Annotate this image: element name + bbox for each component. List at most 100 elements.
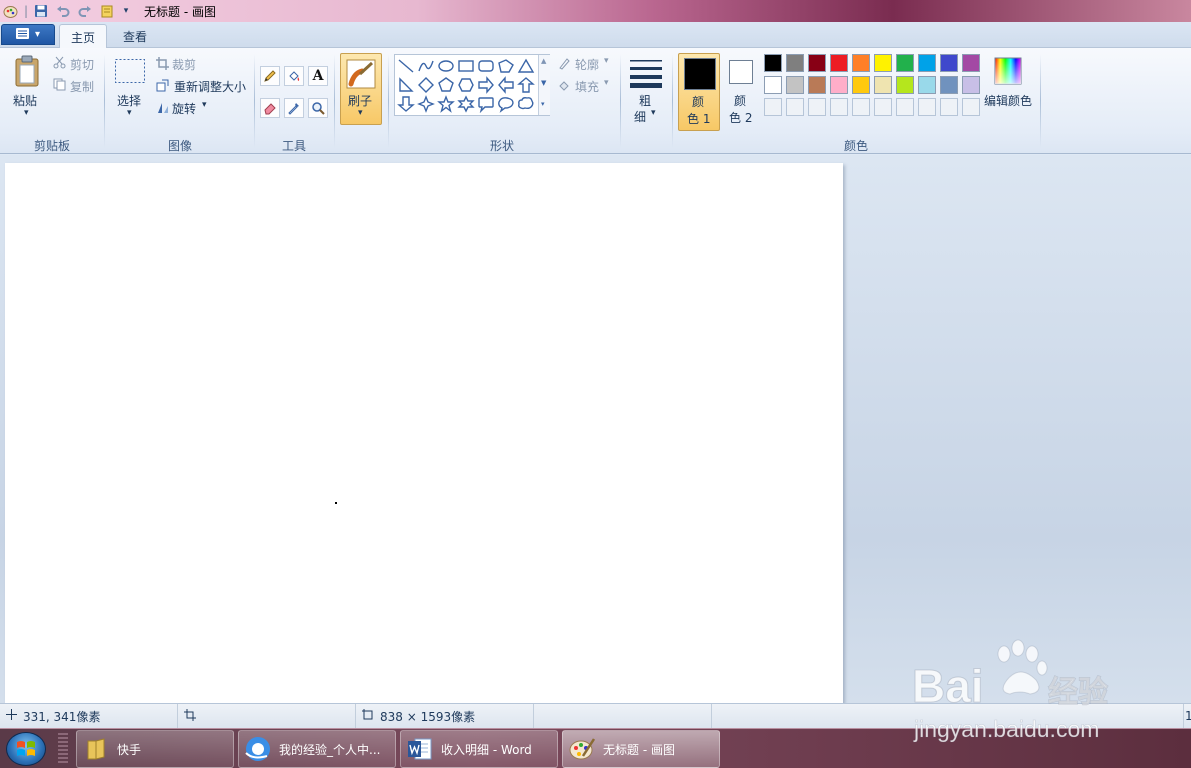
custom-color-slot[interactable] — [940, 98, 958, 116]
palette-color-swatch[interactable] — [896, 54, 914, 72]
curve-shape-icon[interactable] — [417, 57, 435, 75]
custom-color-slot[interactable] — [786, 98, 804, 116]
palette-color-swatch[interactable] — [918, 54, 936, 72]
rotate-dropdown-icon[interactable]: ▾ — [202, 100, 207, 110]
rounded-callout-shape-icon[interactable] — [477, 95, 495, 113]
start-button[interactable] — [6, 732, 46, 766]
shapes-scrollbar[interactable]: ▲ ▼ ▾ — [538, 55, 550, 115]
quick-access-icon[interactable] — [99, 3, 115, 19]
palette-color-swatch[interactable] — [786, 76, 804, 94]
custom-color-slot[interactable] — [918, 98, 936, 116]
cut-button[interactable]: 剪切 — [70, 56, 94, 73]
rounded-rectangle-shape-icon[interactable] — [477, 57, 495, 75]
select-icon[interactable] — [114, 58, 146, 84]
line-shape-icon[interactable] — [397, 57, 415, 75]
taskbar-item-folder[interactable]: 快手 — [76, 730, 234, 768]
customize-qat-icon[interactable]: ▾ — [118, 3, 134, 19]
paste-button[interactable]: 粘贴 — [13, 92, 37, 109]
paste-icon[interactable] — [12, 54, 42, 88]
expand-gallery-icon[interactable]: ▾ — [541, 100, 545, 108]
palette-color-swatch[interactable] — [808, 76, 826, 94]
right-triangle-shape-icon[interactable] — [397, 76, 415, 94]
oval-callout-shape-icon[interactable] — [497, 95, 515, 113]
custom-color-slot[interactable] — [852, 98, 870, 116]
select-dropdown-icon[interactable]: ▾ — [127, 108, 132, 118]
fill-dropdown-icon[interactable]: ▾ — [604, 78, 609, 88]
custom-color-slot[interactable] — [962, 98, 980, 116]
edit-colors-icon[interactable] — [993, 56, 1023, 86]
palette-color-swatch[interactable] — [874, 54, 892, 72]
palette-color-swatch[interactable] — [940, 54, 958, 72]
palette-color-swatch[interactable] — [786, 54, 804, 72]
palette-color-swatch[interactable] — [830, 76, 848, 94]
palette-color-swatch[interactable] — [940, 76, 958, 94]
up-arrow-shape-icon[interactable] — [517, 76, 535, 94]
outline-icon — [557, 56, 571, 70]
taskbar-item-word[interactable]: 收入明细 - Word — [400, 730, 558, 768]
color2-button[interactable]: 颜 色 2 — [724, 53, 758, 131]
brushes-button[interactable]: 刷子 ▾ — [340, 53, 382, 125]
magnifier-icon[interactable] — [308, 98, 328, 118]
selection-size-icon — [184, 708, 196, 724]
cloud-callout-shape-icon[interactable] — [517, 95, 535, 113]
left-arrow-shape-icon[interactable] — [497, 76, 515, 94]
eraser-icon[interactable] — [260, 98, 280, 118]
paste-dropdown-icon[interactable]: ▾ — [24, 108, 29, 118]
color1-button[interactable]: 颜 色 1 — [678, 53, 720, 131]
pentagon-shape-icon[interactable] — [437, 76, 455, 94]
drawing-canvas[interactable] — [5, 163, 843, 703]
pencil-icon[interactable] — [260, 66, 280, 86]
tab-view[interactable]: 查看 — [112, 24, 158, 49]
save-icon[interactable] — [33, 3, 49, 19]
palette-color-swatch[interactable] — [918, 76, 936, 94]
rotate-button[interactable]: 旋转 — [172, 100, 196, 117]
scroll-down-icon[interactable]: ▼ — [541, 79, 546, 87]
size-button[interactable]: 粗 细 ▾ — [627, 53, 665, 129]
resize-button[interactable]: 重新调整大小 — [174, 78, 246, 95]
four-point-star-shape-icon[interactable] — [417, 95, 435, 113]
palette-color-swatch[interactable] — [874, 76, 892, 94]
taskbar-item-paint[interactable]: 无标题 - 画图 — [562, 730, 720, 768]
fill-button[interactable]: 填充 — [575, 78, 599, 95]
select-button[interactable]: 选择 — [117, 92, 141, 109]
custom-color-slot[interactable] — [764, 98, 782, 116]
paint-app-icon[interactable] — [2, 3, 18, 19]
palette-color-swatch[interactable] — [962, 54, 980, 72]
scroll-up-icon[interactable]: ▲ — [541, 57, 546, 65]
down-arrow-shape-icon[interactable] — [397, 95, 415, 113]
palette-color-swatch[interactable] — [852, 54, 870, 72]
paint-menu-button[interactable]: ▾ — [1, 24, 55, 45]
outline-dropdown-icon[interactable]: ▾ — [604, 56, 609, 66]
palette-color-swatch[interactable] — [896, 76, 914, 94]
palette-color-swatch[interactable] — [962, 76, 980, 94]
custom-color-slot[interactable] — [896, 98, 914, 116]
right-arrow-shape-icon[interactable] — [477, 76, 495, 94]
palette-color-swatch[interactable] — [808, 54, 826, 72]
rectangle-shape-icon[interactable] — [457, 57, 475, 75]
outline-button[interactable]: 轮廓 — [575, 56, 599, 73]
crop-button[interactable]: 裁剪 — [172, 56, 196, 73]
triangle-shape-icon[interactable] — [517, 57, 535, 75]
palette-color-swatch[interactable] — [852, 76, 870, 94]
palette-color-swatch[interactable] — [830, 54, 848, 72]
fill-bucket-icon[interactable] — [284, 66, 304, 86]
tab-home[interactable]: 主页 — [59, 24, 108, 49]
color-picker-icon[interactable] — [284, 98, 304, 118]
hexagon-shape-icon[interactable] — [457, 76, 475, 94]
six-point-star-shape-icon[interactable] — [457, 95, 475, 113]
polygon-shape-icon[interactable] — [497, 57, 515, 75]
undo-icon[interactable] — [55, 3, 71, 19]
taskbar-item-browser[interactable]: 我的经验_个人中... — [238, 730, 396, 768]
diamond-shape-icon[interactable] — [417, 76, 435, 94]
redo-icon[interactable] — [77, 3, 93, 19]
oval-shape-icon[interactable] — [437, 57, 455, 75]
custom-color-slot[interactable] — [808, 98, 826, 116]
edit-colors-button[interactable]: 编辑颜色 — [984, 92, 1032, 109]
copy-button[interactable]: 复制 — [70, 78, 94, 95]
custom-color-slot[interactable] — [874, 98, 892, 116]
palette-color-swatch[interactable] — [764, 76, 782, 94]
custom-color-slot[interactable] — [830, 98, 848, 116]
palette-color-swatch[interactable] — [764, 54, 782, 72]
text-icon[interactable]: A — [308, 66, 328, 86]
five-point-star-shape-icon[interactable] — [437, 95, 455, 113]
